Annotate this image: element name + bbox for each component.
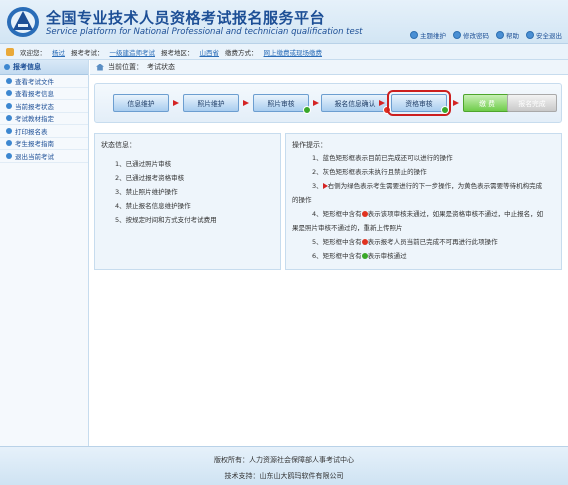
status-item: 2、已通过报考资格审核 (115, 174, 185, 182)
site-subtitle: Service platform for National Profession… (46, 27, 363, 37)
pay-method: 网上缴费或现场缴费 (263, 48, 323, 57)
step-photo-review[interactable]: 照片审核 (253, 94, 311, 114)
menu-icon (4, 64, 10, 70)
bullet-icon (6, 140, 12, 147)
status-item: 5、按规定时间和方式支付考试费用 (115, 216, 217, 224)
tech-support: 技术支持：山东山大鸥玛软件有限公司 (224, 472, 344, 480)
bullet-icon (6, 152, 12, 159)
check-icon (441, 106, 449, 114)
lock-icon (526, 31, 534, 39)
footer: 版权所有：人力资源社会保障部人事考试中心 技术支持：山东山大鸥玛软件有限公司 (0, 446, 568, 485)
key-icon (453, 31, 461, 39)
help-icon (496, 31, 504, 39)
operation-tips-panel: 操作提示： 1、蓝色矩形框表示目前已完成还可以进行的操作 2、灰色矩形框表示未执… (285, 133, 562, 270)
region-name: 山西省 (199, 48, 220, 57)
status-title: 状态信息： (101, 141, 136, 149)
logout-link[interactable]: 安全退出 (526, 30, 562, 40)
sidebar: 报考信息 查看考试文件 查看报考信息 当前报考状态 考试教材指定 打印报名表 考… (0, 60, 89, 446)
status-item: 3、禁止照片维护操作 (115, 188, 178, 196)
user-info-bar: 欢迎您： 杨过 报考考试： 一级建造师考试 报考地区： 山西省 缴费方式： 网上缴费或现… (0, 44, 568, 60)
arrow-icon (313, 100, 319, 106)
check-icon (303, 106, 311, 114)
user-icon (6, 47, 14, 56)
tip-item: 1、蓝色矩形框表示目前已完成还可以进行的操作 (312, 154, 453, 162)
bullet-icon (6, 77, 12, 84)
theme-icon (410, 31, 418, 39)
status-item: 1、已通过照片审核 (115, 160, 172, 168)
breadcrumb-current: 考试状态 (147, 63, 175, 71)
help-link[interactable]: 帮助 (496, 30, 519, 40)
copyright: 版权所有：人力资源社会保障部人事考试中心 (214, 456, 354, 464)
tip-item: 3、 右侧为绿色表示考生需要进行的下一步操作，为黄色表示需要等待机构完成 (312, 182, 543, 190)
step-qualification-review[interactable]: 资格审核 (387, 90, 451, 116)
bullet-icon (6, 102, 12, 109)
exam-name: 一级建造师考试 (109, 48, 156, 57)
tip-item: 4、矩形框中含有 表示该项审核未通过，如果是资格审核不通过，中止报名，如 (312, 210, 544, 218)
change-password-link[interactable]: 修改密码 (453, 30, 489, 40)
ops-title: 操作提示： (292, 141, 327, 149)
sidebar-item-textbooks[interactable]: 考试教材指定 (0, 113, 88, 125)
step-photo-maintenance[interactable]: 照片维护 (183, 94, 239, 112)
arrow-icon (173, 100, 179, 106)
tip-item: 2、灰色矩形框表示未执行且禁止的操作 (312, 168, 427, 176)
status-panel: 状态信息： 1、已通过照片审核 2、已通过报考资格审核 3、禁止照片维护操作 4… (94, 133, 281, 270)
tip-item-cont: 的操作 (292, 196, 312, 204)
tip-item: 5、矩形框中含有 表示报考人员当前已完成不可再进行此项操作 (312, 238, 498, 246)
bullet-icon (6, 115, 12, 122)
sidebar-item-guide[interactable]: 考生报考指南 (0, 138, 88, 150)
sidebar-item-current-status[interactable]: 当前报考状态 (0, 100, 88, 113)
breadcrumb: 当前位置： 考试状态 (90, 60, 568, 75)
warning-icon (383, 106, 391, 114)
arrow-icon (243, 100, 249, 106)
arrow-icon (379, 100, 385, 106)
bullet-icon (6, 127, 12, 134)
user-name: 杨过 (52, 48, 65, 57)
sidebar-item-exam-files[interactable]: 查看考试文件 (0, 75, 88, 88)
logo-icon (7, 7, 39, 37)
home-icon (96, 63, 104, 71)
arrow-icon (453, 100, 459, 106)
header: 全国专业技术人员资格考试报名服务平台 Service platform for … (0, 0, 568, 44)
tip-item-cont: 果是照片审核不通过的，重新上传照片 (292, 224, 403, 232)
site-title: 全国专业技术人员资格考试报名服务平台 (46, 9, 326, 27)
step-info-maintenance[interactable]: 信息维护 (113, 94, 169, 112)
bullet-icon (6, 90, 12, 97)
sidebar-item-registration-info[interactable]: 查看报考信息 (0, 88, 88, 100)
tip-item: 6、矩形框中含有 表示审核通过 (312, 252, 407, 260)
sidebar-item-exit-exam[interactable]: 退出当前考试 (0, 150, 88, 163)
status-item: 4、禁止报名信息维护操作 (115, 202, 191, 210)
sidebar-header: 报考信息 (0, 60, 88, 75)
step-payment[interactable]: 缴 费 (463, 94, 511, 112)
progress-steps: 信息维护 照片维护 照片审核 报名信息确认 资格审核 缴 费 报名完成 (94, 83, 562, 123)
sidebar-item-print-form[interactable]: 打印报名表 (0, 125, 88, 138)
step-complete: 报名完成 (507, 94, 557, 112)
theme-link[interactable]: 主题维护 (410, 30, 446, 40)
